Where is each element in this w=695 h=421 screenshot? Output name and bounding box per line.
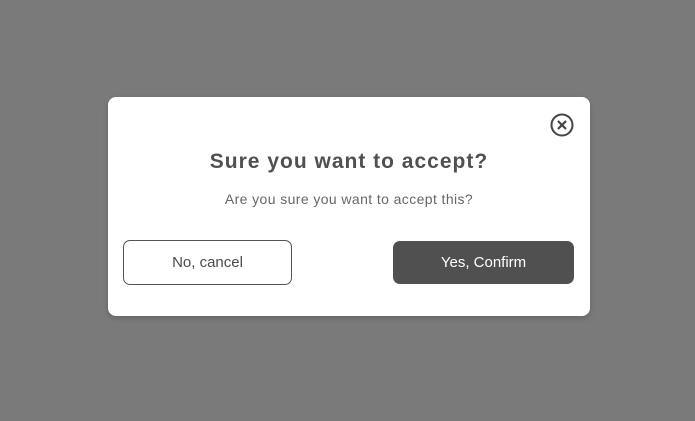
close-button[interactable] bbox=[550, 113, 574, 137]
close-circle-icon bbox=[550, 113, 574, 137]
confirm-button[interactable]: Yes, Confirm bbox=[393, 241, 574, 284]
cancel-button[interactable]: No, cancel bbox=[123, 240, 292, 285]
confirm-dialog: Sure you want to accept? Are you sure yo… bbox=[108, 97, 590, 316]
dialog-title: Sure you want to accept? bbox=[209, 150, 489, 173]
dialog-message: Are you sure you want to accept this? bbox=[224, 191, 474, 207]
